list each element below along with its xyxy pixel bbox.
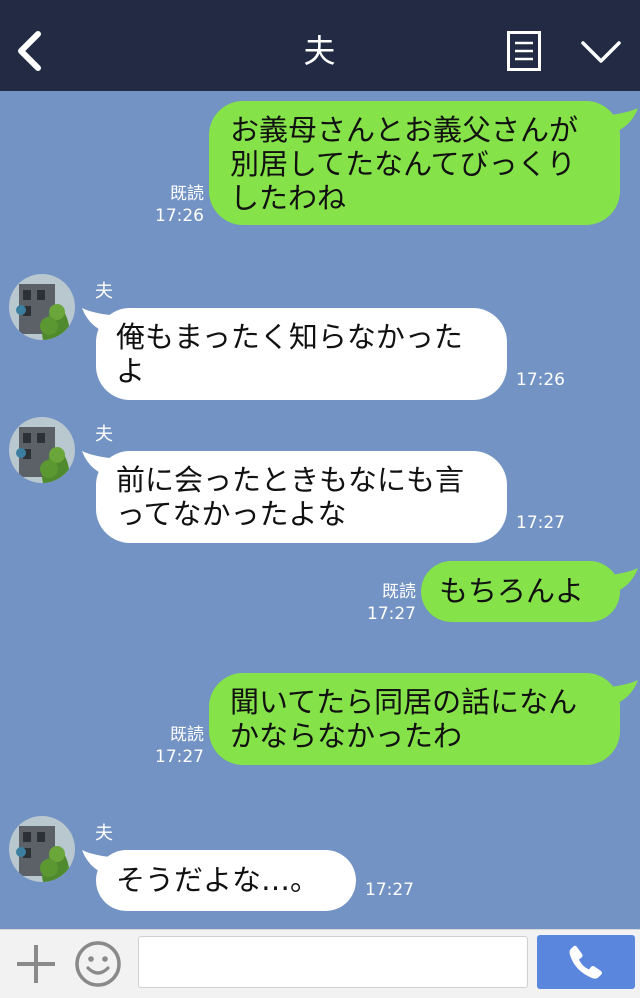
message-input[interactable] xyxy=(138,936,528,988)
message-bubble-received[interactable]: 前に会ったときもなにも言 ってなかったよな xyxy=(96,451,507,543)
message-time: 17:26 xyxy=(155,206,204,226)
message-time: 17:27 xyxy=(516,513,565,533)
smile-icon[interactable] xyxy=(74,940,122,988)
chat-header: 夫 xyxy=(0,0,640,91)
message-bubble-sent[interactable]: 聞いてたら同居の話になん かならなかったわ xyxy=(209,673,620,765)
plus-icon[interactable] xyxy=(14,942,58,986)
message-time: 17:27 xyxy=(365,880,414,900)
avatar[interactable] xyxy=(9,274,75,340)
sender-name: 夫 xyxy=(95,823,113,844)
phone-icon xyxy=(569,945,602,979)
message-list[interactable]: 既読 17:26 お義母さんとお義父さんが 別居してたなんてびっくり したわね … xyxy=(0,91,640,929)
message-time: 17:27 xyxy=(367,604,416,624)
avatar-image xyxy=(9,417,75,483)
message-time: 17:27 xyxy=(155,747,204,767)
menu-icon[interactable] xyxy=(507,31,541,71)
message-meta: 既読 17:27 xyxy=(150,724,204,768)
sender-name: 夫 xyxy=(95,281,113,302)
read-receipt: 既読 xyxy=(170,725,204,745)
avatar-image xyxy=(9,274,75,340)
sender-name: 夫 xyxy=(95,424,113,445)
message-bubble-received[interactable]: 俺もまったく知らなかった よ xyxy=(96,308,507,400)
avatar-image xyxy=(9,816,75,882)
message-bubble-sent[interactable]: お義母さんとお義父さんが 別居してたなんてびっくり したわね xyxy=(209,101,620,225)
chevron-down-icon[interactable] xyxy=(580,38,622,66)
read-receipt: 既読 xyxy=(170,184,204,204)
chat-title: 夫 xyxy=(303,32,337,70)
avatar[interactable] xyxy=(9,816,75,882)
read-receipt: 既読 xyxy=(382,582,416,602)
call-button[interactable] xyxy=(537,935,635,989)
message-bubble-received[interactable]: そうだよな…。 xyxy=(96,850,356,911)
avatar[interactable] xyxy=(9,417,75,483)
message-meta: 既読 17:26 xyxy=(150,183,204,227)
message-composer xyxy=(0,929,640,998)
message-bubble-sent[interactable]: もちろんよ xyxy=(421,561,620,622)
message-time: 17:26 xyxy=(516,370,565,390)
message-meta: 既読 17:27 xyxy=(362,581,416,625)
